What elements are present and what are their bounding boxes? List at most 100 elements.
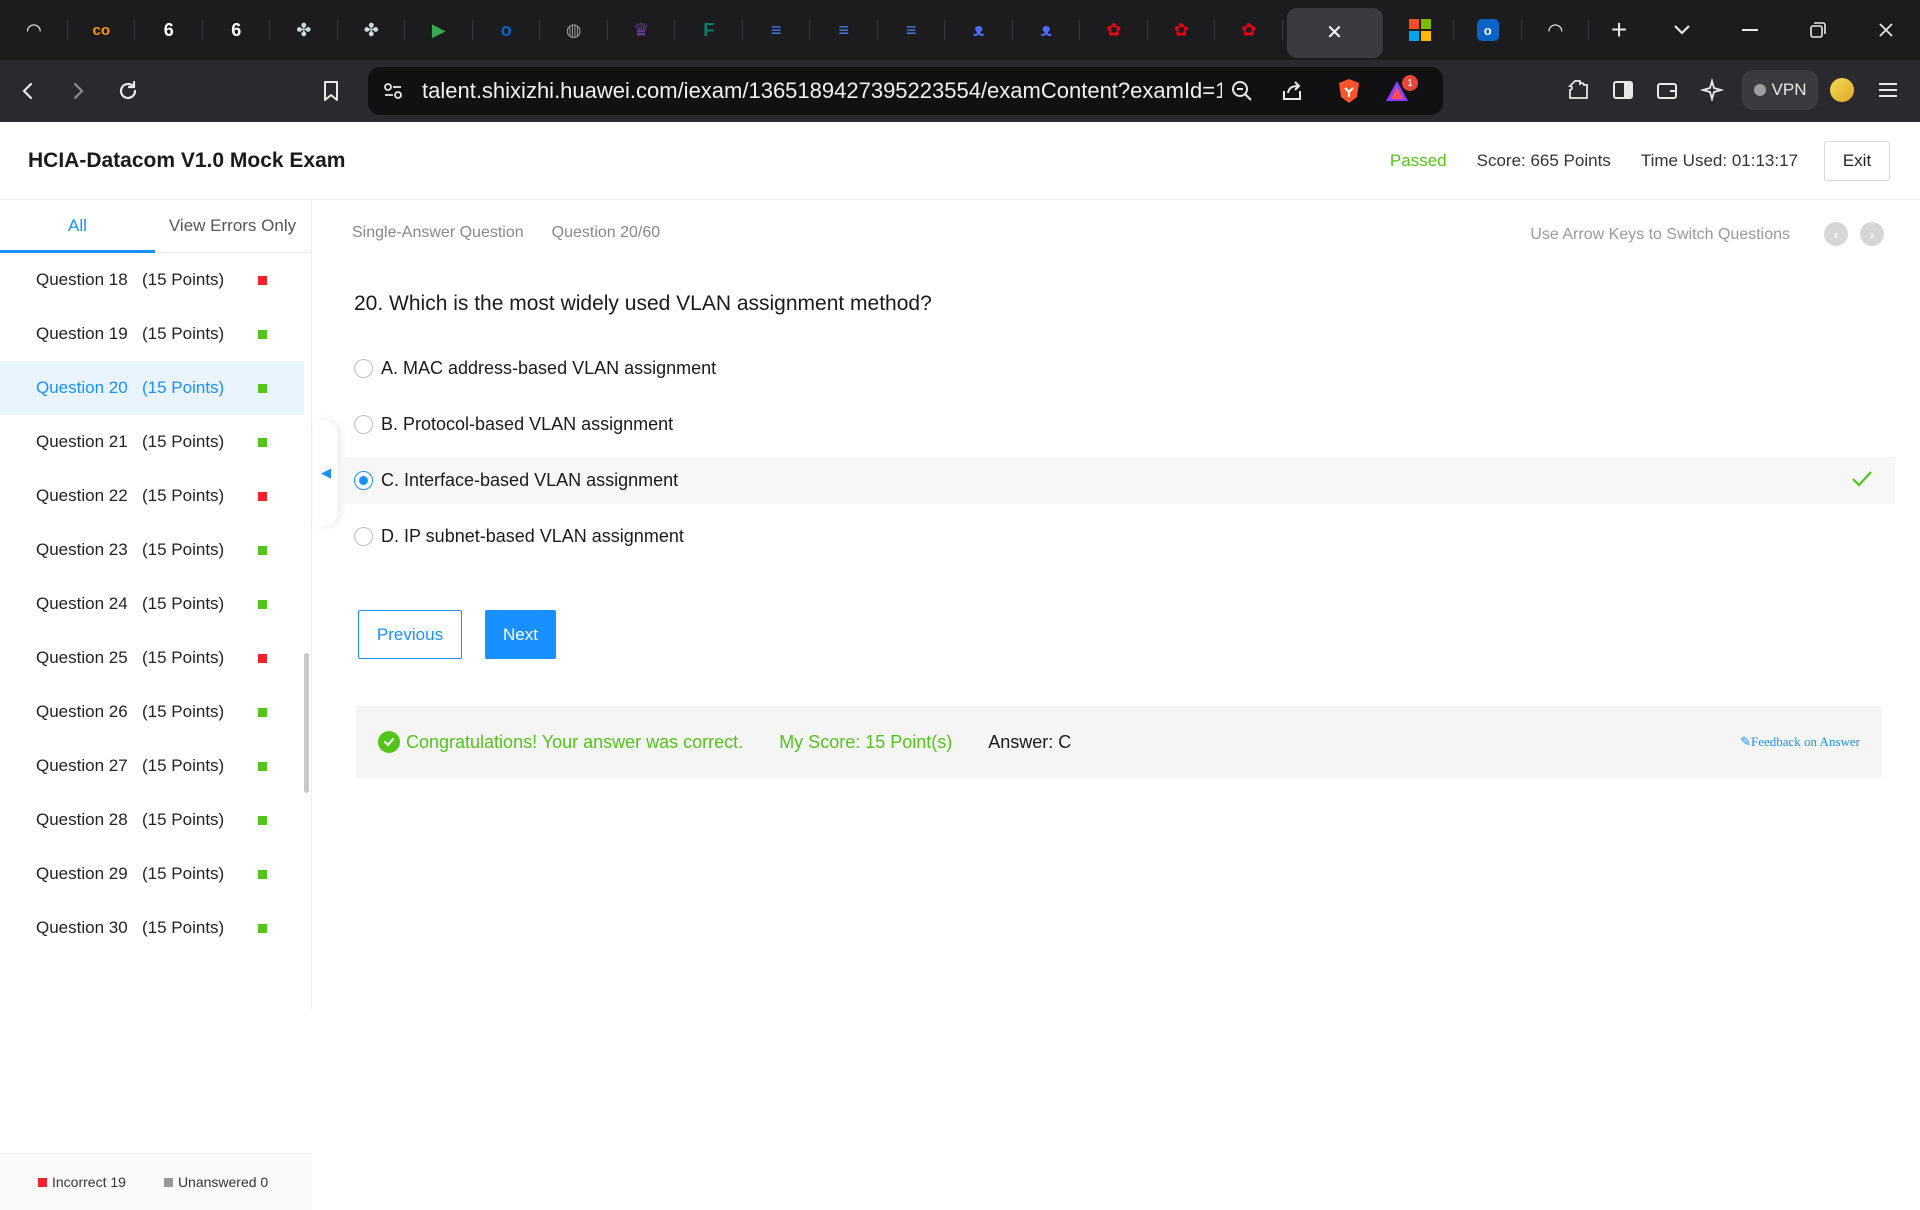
question-points: (15 Points) [142, 486, 225, 505]
menu-icon[interactable] [1876, 78, 1900, 102]
question-list-item[interactable]: Question 18 (15 Points) [0, 253, 304, 307]
browser-tab[interactable]: ◠ [0, 0, 68, 60]
incorrect-status-indicator [258, 276, 267, 285]
next-question-icon[interactable]: › [1860, 222, 1884, 246]
question-list-item[interactable]: Question 21 (15 Points) [0, 415, 304, 469]
close-tab-icon[interactable]: ✕ [1326, 20, 1343, 45]
exit-button[interactable]: Exit [1824, 141, 1890, 181]
browser-tab[interactable]: ♛ [608, 0, 676, 60]
minimize-icon[interactable] [1716, 0, 1784, 60]
prev-question-icon[interactable]: ‹ [1824, 222, 1848, 246]
profile-avatar[interactable] [1830, 78, 1854, 102]
browser-tab[interactable]: co [68, 0, 136, 60]
radio-button[interactable] [354, 359, 373, 378]
question-list-item[interactable]: Question 19 (15 Points) [0, 307, 304, 361]
question-list-item[interactable]: Question 23 (15 Points) [0, 523, 304, 577]
address-bar[interactable]: talent.shixizhi.huawei.com/iexam/1365189… [368, 67, 1443, 115]
question-list-item[interactable]: Question 27 (15 Points) [0, 739, 304, 793]
collapse-sidebar-button[interactable]: ◀ [314, 420, 338, 526]
browser-tab[interactable]: ✿ [1148, 0, 1216, 60]
question-number: Question 26 [36, 702, 128, 721]
question-list-item[interactable]: Question 22 (15 Points) [0, 469, 304, 523]
zoom-icon[interactable] [1230, 79, 1254, 103]
new-tab-icon[interactable]: + [1589, 0, 1649, 60]
question-list-item[interactable]: Question 20 (15 Points) [0, 361, 304, 415]
browser-tab[interactable]: ◍ [540, 0, 608, 60]
question-number: Question 28 [36, 810, 128, 829]
tab-list-icon[interactable] [1648, 0, 1716, 60]
extensions-icon[interactable] [1566, 78, 1590, 102]
wallet-icon[interactable] [1655, 78, 1679, 102]
browser-tab[interactable]: ✿ [1215, 0, 1283, 60]
question-list-item[interactable]: Question 26 (15 Points) [0, 685, 304, 739]
close-window-icon[interactable] [1852, 0, 1920, 60]
question-panel: Single-Answer Question Question 20/60 Us… [340, 200, 1900, 1010]
deepseek-icon: ᴥ [973, 19, 985, 40]
brave-shields-icon[interactable] [1336, 77, 1362, 105]
huawei-icon: ✿ [1173, 19, 1189, 40]
browser-tab-active[interactable]: ✕ [1286, 7, 1383, 58]
brave-rewards-icon[interactable]: 1 [1384, 75, 1418, 105]
deepseek-icon: ᴥ [1040, 19, 1052, 40]
browser-tab[interactable]: ✤ [338, 0, 406, 60]
browser-tab[interactable]: o [1454, 0, 1522, 60]
answer-option[interactable]: B. Protocol-based VLAN assignment [340, 401, 1895, 448]
question-number: Question 30 [36, 918, 128, 937]
tab-view-errors-only[interactable]: View Errors Only [155, 200, 310, 252]
radio-button[interactable] [354, 527, 373, 546]
previous-button[interactable]: Previous [358, 610, 462, 659]
vpn-label: VPN [1771, 80, 1807, 99]
question-number: Question 21 [36, 432, 128, 451]
question-points: (15 Points) [142, 594, 225, 613]
sidebar-toggle-icon[interactable] [1611, 78, 1635, 102]
question-list-item[interactable]: Question 24 (15 Points) [0, 577, 304, 631]
feedback-link[interactable]: ✎Feedback on Answer [1740, 734, 1860, 750]
outlook-icon: o [500, 19, 512, 40]
radio-button[interactable] [354, 471, 373, 490]
browser-tab[interactable]: 6 [203, 0, 271, 60]
question-list-item[interactable]: Question 29 (15 Points) [0, 847, 304, 901]
question-number: Question 29 [36, 864, 128, 883]
leo-ai-icon[interactable] [1700, 78, 1724, 102]
browser-tab[interactable]: ᴥ [1013, 0, 1081, 60]
browser-tab[interactable]: o [473, 0, 541, 60]
question-list-item[interactable]: Question 25 (15 Points) [0, 631, 304, 685]
question-number: Question 27 [36, 756, 128, 775]
browser-tab[interactable]: ◠ [1522, 0, 1590, 60]
browser-tab[interactable]: 6 [135, 0, 203, 60]
correct-status-indicator [258, 384, 267, 393]
vpn-button[interactable]: VPN [1742, 70, 1818, 110]
question-number: Question 24 [36, 594, 128, 613]
reload-icon[interactable] [106, 69, 150, 113]
back-icon[interactable] [6, 69, 50, 113]
url-text[interactable]: talent.shixizhi.huawei.com/iexam/1365189… [422, 78, 1222, 104]
answer-option[interactable]: A. MAC address-based VLAN assignment [340, 345, 1895, 392]
tab-all[interactable]: All [0, 200, 155, 253]
browser-tab[interactable]: ≡ [810, 0, 878, 60]
unanswered-legend-square [163, 1177, 173, 1187]
next-button[interactable]: Next [485, 610, 556, 659]
share-icon[interactable] [1280, 79, 1304, 103]
sidebar-scrollbar[interactable] [304, 653, 309, 793]
browser-tab[interactable]: ᴥ [945, 0, 1013, 60]
forward-icon[interactable] [56, 69, 100, 113]
browser-tab[interactable]: F [675, 0, 743, 60]
switch-hint: Use Arrow Keys to Switch Questions [1530, 226, 1790, 243]
bookmark-icon[interactable] [318, 78, 344, 104]
browser-tab[interactable]: ▶ [405, 0, 473, 60]
answer-option[interactable]: C. Interface-based VLAN assignment [340, 457, 1895, 504]
question-list-item[interactable]: Question 30 (15 Points) [0, 901, 304, 953]
answer-option[interactable]: D. IP subnet-based VLAN assignment [340, 513, 1895, 560]
browser-tab[interactable]: ≡ [878, 0, 946, 60]
question-points: (15 Points) [142, 702, 225, 721]
browser-tab[interactable]: ≡ [743, 0, 811, 60]
speed-icon: ◠ [26, 19, 41, 40]
browser-tab[interactable]: ✤ [270, 0, 338, 60]
browser-tab[interactable] [1387, 0, 1455, 60]
incorrect-legend-square [38, 1177, 47, 1187]
browser-tab[interactable]: ✿ [1080, 0, 1148, 60]
restore-icon[interactable] [1784, 0, 1852, 60]
radio-button[interactable] [354, 415, 373, 434]
site-settings-icon[interactable] [382, 80, 404, 102]
question-list-item[interactable]: Question 28 (15 Points) [0, 793, 304, 847]
